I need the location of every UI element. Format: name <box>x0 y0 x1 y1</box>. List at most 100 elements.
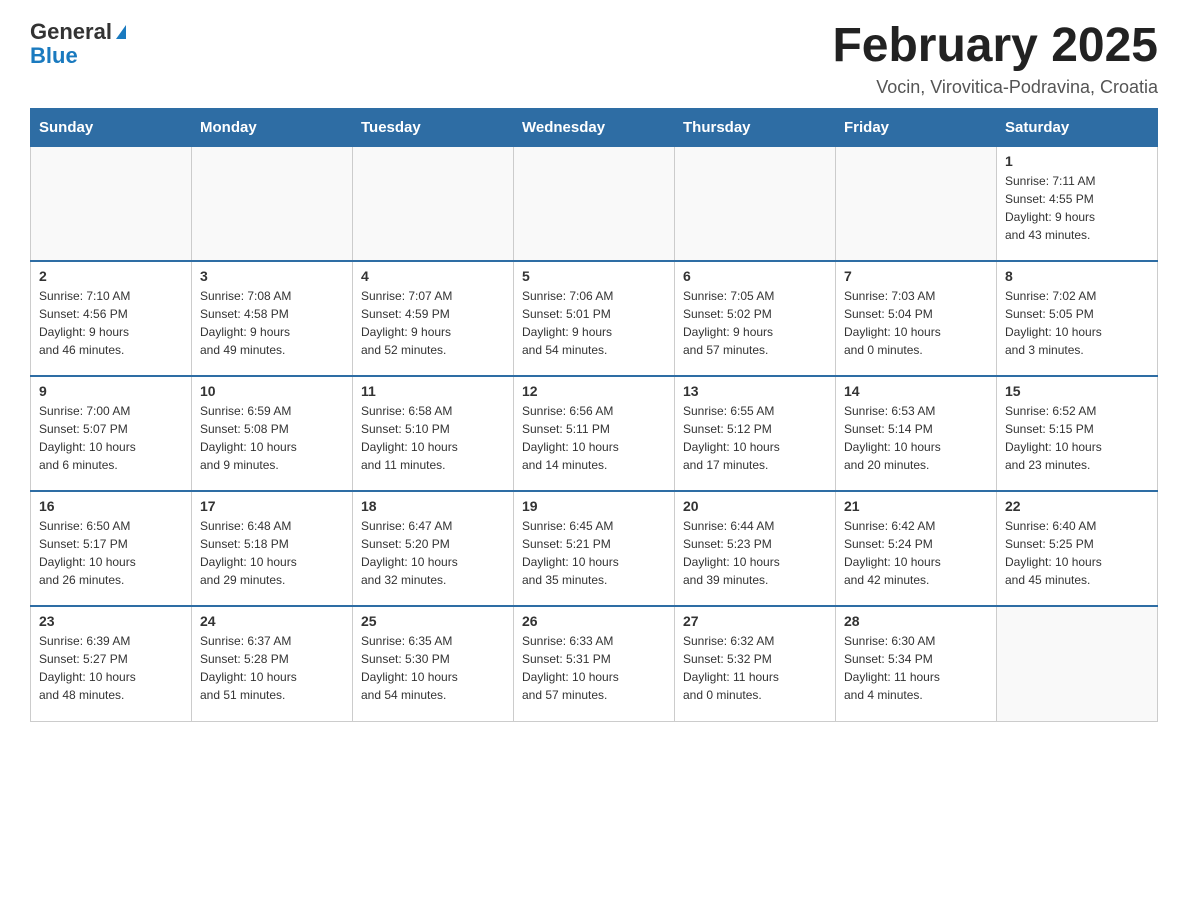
day-number: 19 <box>522 498 666 514</box>
day-number: 18 <box>361 498 505 514</box>
day-info: Sunrise: 6:32 AM Sunset: 5:32 PM Dayligh… <box>683 632 827 704</box>
day-number: 9 <box>39 383 183 399</box>
week-row-1: 1 Sunrise: 7:11 AM Sunset: 4:55 PM Daylig… <box>31 146 1158 261</box>
day-info: Sunrise: 6:44 AM Sunset: 5:23 PM Dayligh… <box>683 517 827 589</box>
day-info: Sunrise: 6:53 AM Sunset: 5:14 PM Dayligh… <box>844 402 988 474</box>
day-number: 22 <box>1005 498 1149 514</box>
calendar-cell: 24 Sunrise: 6:37 AM Sunset: 5:28 PM Dayli… <box>192 606 353 721</box>
calendar-cell: 14 Sunrise: 6:53 AM Sunset: 5:14 PM Dayli… <box>836 376 997 491</box>
day-info: Sunrise: 6:30 AM Sunset: 5:34 PM Dayligh… <box>844 632 988 704</box>
calendar-cell: 2Sunrise: 7:10 AM Sunset: 4:56 PM Daylig… <box>31 261 192 376</box>
title-section: February 2025 Vocin, Virovitica-Podravin… <box>832 20 1158 98</box>
day-info: Sunrise: 6:59 AM Sunset: 5:08 PM Dayligh… <box>200 402 344 474</box>
week-row-5: 23Sunrise: 6:39 AM Sunset: 5:27 PM Dayli… <box>31 606 1158 721</box>
day-number: 11 <box>361 383 505 399</box>
weekday-header-sunday: Sunday <box>31 108 192 146</box>
calendar-cell: 1 Sunrise: 7:11 AM Sunset: 4:55 PM Daylig… <box>997 146 1158 261</box>
calendar-cell: 23Sunrise: 6:39 AM Sunset: 5:27 PM Dayli… <box>31 606 192 721</box>
day-number: 4 <box>361 268 505 284</box>
day-info: Sunrise: 6:42 AM Sunset: 5:24 PM Dayligh… <box>844 517 988 589</box>
calendar-cell: 9 Sunrise: 7:00 AM Sunset: 5:07 PM Daylig… <box>31 376 192 491</box>
page-header: General Blue February 2025 Vocin, Virovi… <box>30 20 1158 98</box>
logo: General Blue <box>30 20 126 68</box>
day-info: Sunrise: 7:05 AM Sunset: 5:02 PM Dayligh… <box>683 287 827 359</box>
day-number: 24 <box>200 613 344 629</box>
calendar-cell: 16 Sunrise: 6:50 AM Sunset: 5:17 PM Dayli… <box>31 491 192 606</box>
calendar-cell: 28Sunrise: 6:30 AM Sunset: 5:34 PM Dayli… <box>836 606 997 721</box>
calendar-cell: 5Sunrise: 7:06 AM Sunset: 5:01 PM Daylig… <box>514 261 675 376</box>
day-info: Sunrise: 6:47 AM Sunset: 5:20 PM Dayligh… <box>361 517 505 589</box>
week-row-4: 16 Sunrise: 6:50 AM Sunset: 5:17 PM Dayli… <box>31 491 1158 606</box>
weekday-header-tuesday: Tuesday <box>353 108 514 146</box>
logo-general-text: General <box>30 20 112 44</box>
logo-blue-text: Blue <box>30 44 78 68</box>
weekday-header-saturday: Saturday <box>997 108 1158 146</box>
day-info: Sunrise: 7:07 AM Sunset: 4:59 PM Dayligh… <box>361 287 505 359</box>
day-info: Sunrise: 6:35 AM Sunset: 5:30 PM Dayligh… <box>361 632 505 704</box>
day-info: Sunrise: 7:10 AM Sunset: 4:56 PM Dayligh… <box>39 287 183 359</box>
calendar-cell <box>997 606 1158 721</box>
day-info: Sunrise: 6:50 AM Sunset: 5:17 PM Dayligh… <box>39 517 183 589</box>
day-number: 14 <box>844 383 988 399</box>
calendar-cell: 10 Sunrise: 6:59 AM Sunset: 5:08 PM Dayli… <box>192 376 353 491</box>
day-info: Sunrise: 7:11 AM Sunset: 4:55 PM Dayligh… <box>1005 172 1149 244</box>
day-number: 6 <box>683 268 827 284</box>
weekday-header-thursday: Thursday <box>675 108 836 146</box>
day-info: Sunrise: 6:40 AM Sunset: 5:25 PM Dayligh… <box>1005 517 1149 589</box>
calendar-cell <box>675 146 836 261</box>
location-subtitle: Vocin, Virovitica-Podravina, Croatia <box>832 77 1158 98</box>
calendar-cell: 7Sunrise: 7:03 AM Sunset: 5:04 PM Daylig… <box>836 261 997 376</box>
calendar-cell: 19 Sunrise: 6:45 AM Sunset: 5:21 PM Dayli… <box>514 491 675 606</box>
weekday-header-row: SundayMondayTuesdayWednesdayThursdayFrid… <box>31 108 1158 146</box>
day-number: 25 <box>361 613 505 629</box>
calendar-cell: 15 Sunrise: 6:52 AM Sunset: 5:15 PM Dayli… <box>997 376 1158 491</box>
weekday-header-monday: Monday <box>192 108 353 146</box>
day-number: 10 <box>200 383 344 399</box>
logo-triangle-icon <box>116 25 126 39</box>
calendar-cell: 12 Sunrise: 6:56 AM Sunset: 5:11 PM Dayli… <box>514 376 675 491</box>
calendar-cell: 8 Sunrise: 7:02 AM Sunset: 5:05 PM Daylig… <box>997 261 1158 376</box>
calendar-cell: 18 Sunrise: 6:47 AM Sunset: 5:20 PM Dayli… <box>353 491 514 606</box>
day-number: 27 <box>683 613 827 629</box>
calendar-cell <box>192 146 353 261</box>
day-number: 21 <box>844 498 988 514</box>
calendar-cell: 21 Sunrise: 6:42 AM Sunset: 5:24 PM Dayli… <box>836 491 997 606</box>
day-number: 17 <box>200 498 344 514</box>
calendar-cell: 22 Sunrise: 6:40 AM Sunset: 5:25 PM Dayli… <box>997 491 1158 606</box>
calendar-cell <box>353 146 514 261</box>
calendar-cell: 20 Sunrise: 6:44 AM Sunset: 5:23 PM Dayli… <box>675 491 836 606</box>
calendar-cell: 17 Sunrise: 6:48 AM Sunset: 5:18 PM Dayli… <box>192 491 353 606</box>
calendar-cell: 6 Sunrise: 7:05 AM Sunset: 5:02 PM Daylig… <box>675 261 836 376</box>
week-row-2: 2Sunrise: 7:10 AM Sunset: 4:56 PM Daylig… <box>31 261 1158 376</box>
day-number: 23 <box>39 613 183 629</box>
day-info: Sunrise: 7:02 AM Sunset: 5:05 PM Dayligh… <box>1005 287 1149 359</box>
calendar-cell: 4 Sunrise: 7:07 AM Sunset: 4:59 PM Daylig… <box>353 261 514 376</box>
day-info: Sunrise: 6:52 AM Sunset: 5:15 PM Dayligh… <box>1005 402 1149 474</box>
calendar-cell: 11Sunrise: 6:58 AM Sunset: 5:10 PM Dayli… <box>353 376 514 491</box>
day-number: 15 <box>1005 383 1149 399</box>
calendar-cell: 26 Sunrise: 6:33 AM Sunset: 5:31 PM Dayli… <box>514 606 675 721</box>
calendar-table: SundayMondayTuesdayWednesdayThursdayFrid… <box>30 108 1158 722</box>
day-info: Sunrise: 6:33 AM Sunset: 5:31 PM Dayligh… <box>522 632 666 704</box>
day-number: 8 <box>1005 268 1149 284</box>
day-info: Sunrise: 6:48 AM Sunset: 5:18 PM Dayligh… <box>200 517 344 589</box>
calendar-cell: 3Sunrise: 7:08 AM Sunset: 4:58 PM Daylig… <box>192 261 353 376</box>
weekday-header-wednesday: Wednesday <box>514 108 675 146</box>
month-title: February 2025 <box>832 20 1158 73</box>
day-info: Sunrise: 7:03 AM Sunset: 5:04 PM Dayligh… <box>844 287 988 359</box>
day-info: Sunrise: 6:37 AM Sunset: 5:28 PM Dayligh… <box>200 632 344 704</box>
day-info: Sunrise: 6:45 AM Sunset: 5:21 PM Dayligh… <box>522 517 666 589</box>
day-info: Sunrise: 6:55 AM Sunset: 5:12 PM Dayligh… <box>683 402 827 474</box>
calendar-cell: 27 Sunrise: 6:32 AM Sunset: 5:32 PM Dayli… <box>675 606 836 721</box>
day-number: 13 <box>683 383 827 399</box>
day-number: 16 <box>39 498 183 514</box>
day-info: Sunrise: 6:56 AM Sunset: 5:11 PM Dayligh… <box>522 402 666 474</box>
day-number: 20 <box>683 498 827 514</box>
day-number: 26 <box>522 613 666 629</box>
day-number: 12 <box>522 383 666 399</box>
weekday-header-friday: Friday <box>836 108 997 146</box>
week-row-3: 9 Sunrise: 7:00 AM Sunset: 5:07 PM Daylig… <box>31 376 1158 491</box>
day-info: Sunrise: 7:08 AM Sunset: 4:58 PM Dayligh… <box>200 287 344 359</box>
day-number: 1 <box>1005 153 1149 169</box>
day-info: Sunrise: 7:00 AM Sunset: 5:07 PM Dayligh… <box>39 402 183 474</box>
